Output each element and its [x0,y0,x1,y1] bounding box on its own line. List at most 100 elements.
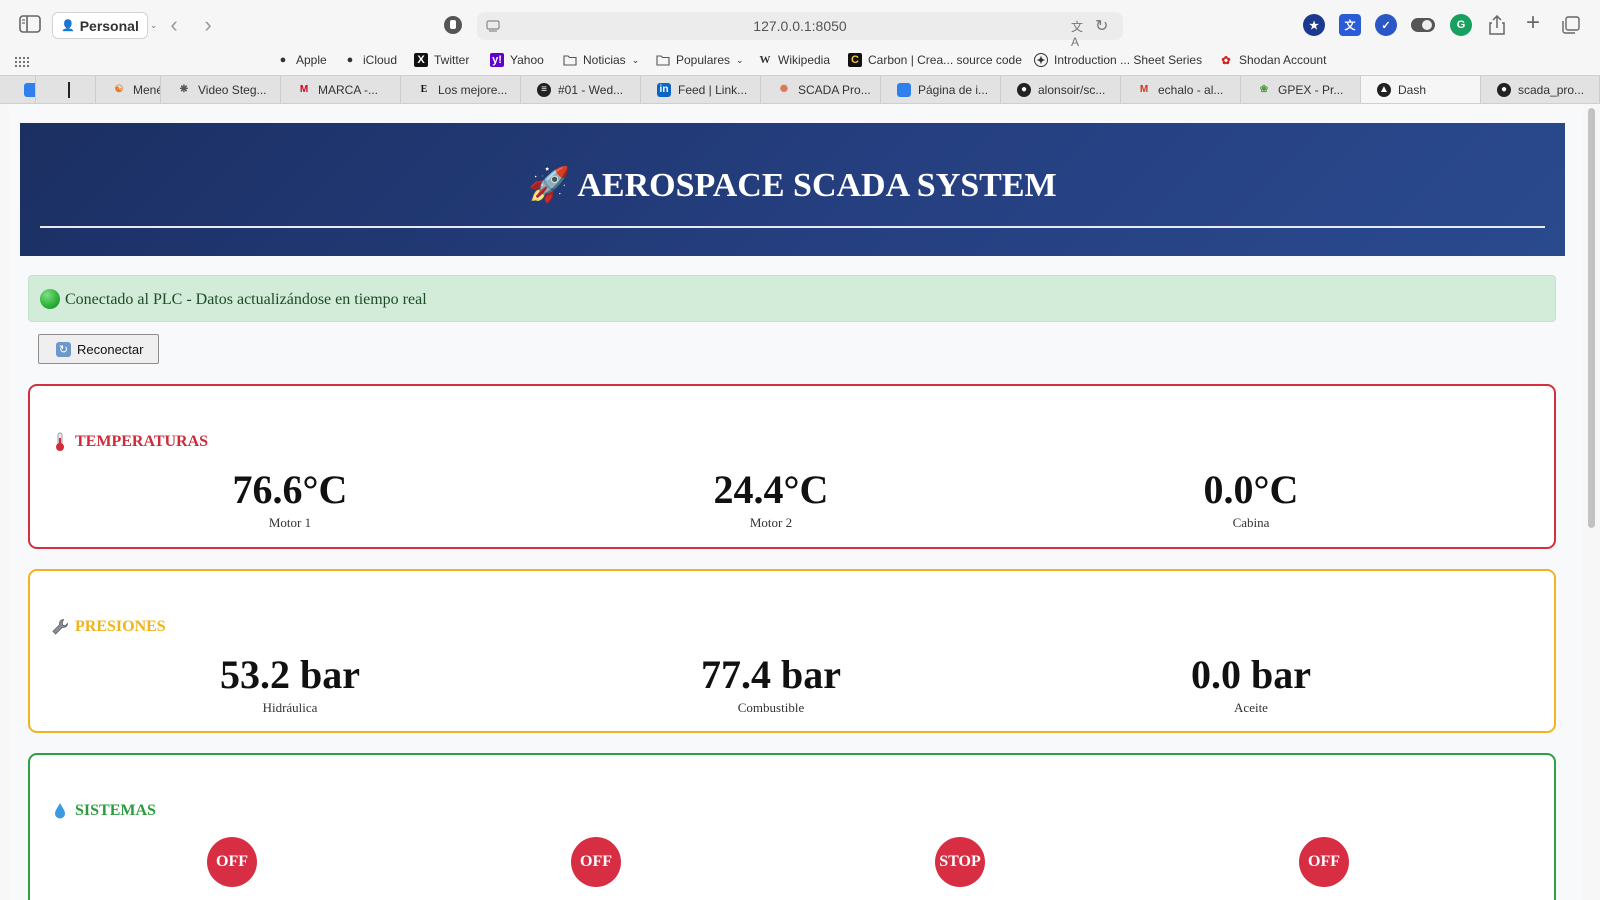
pressures-panel: PRESIONES 53.2 bar Hidráulica 77.4 bar C… [28,569,1556,733]
check-extension-icon[interactable]: ✓ [1375,14,1397,36]
tab-marca[interactable]: M MARCA -... [281,76,401,103]
metric-value: 77.4 bar [701,652,841,697]
apple-icon: ● [346,54,354,66]
droplet-icon [50,801,70,821]
bug-icon: ❋ [179,84,189,95]
metric-label: Hidráulica [262,700,318,715]
reconnect-button[interactable]: ↻ Reconectar [38,334,159,364]
temperatures-title: TEMPERATURAS [50,432,208,452]
tab-gmail[interactable]: Mechalo - al... [1121,76,1241,103]
page-title-text: AEROSPACE SCADA SYSTEM [577,167,1057,204]
toggle-extension-icon[interactable] [1411,18,1435,32]
chevron-down-icon: ⌄ [631,54,640,65]
tab-pagina[interactable]: Página de i... [881,76,1001,103]
header-banner: 🚀 AEROSPACE SCADA SYSTEM [20,123,1565,256]
translate-icon[interactable]: 文A [1071,18,1089,49]
favorite-folder-noticias[interactable]: Noticias ⌄ [563,47,639,73]
favorite-shodan[interactable]: ✿ Shodan Account [1219,47,1326,73]
address-bar[interactable]: 127.0.0.1:8050 文A ↻ [477,12,1123,49]
connection-status-text: Conectado al PLC - Datos actualizándose … [65,291,427,308]
connection-status-alert: Conectado al PLC - Datos actualizándose … [28,275,1556,322]
page-title: 🚀 AEROSPACE SCADA SYSTEM [20,165,1565,205]
browser-toolbar: 👤 Personal ⌄ ‹ › 127.0.0.1:8050 文A ↻ ★ 文… [0,0,1600,52]
gpex-icon: ❀ [1259,84,1269,95]
metric-label: Motor 2 [749,515,793,530]
metric-label: Cabina [1232,515,1270,530]
sidebar-toggle-icon[interactable] [18,14,42,34]
metric-value: 24.4°C [713,467,829,512]
wrench-icon [50,617,70,637]
podcast-icon: ≡ [537,82,551,97]
favorite-folder-populares[interactable]: Populares ⌄ [656,47,744,73]
blue-square-icon [24,82,35,97]
systems-title: SISTEMAS [50,801,156,821]
shodan-icon: ✿ [1221,54,1231,67]
tab-github-scada[interactable]: ● scada_pro... [1481,76,1600,103]
apps-grid-icon[interactable] [14,55,30,68]
metric-value: 53.2 bar [220,652,360,697]
reconnect-label: Reconectar [77,341,144,357]
system-status-badge: OFF [571,837,621,887]
meneame-icon: ☯ [114,84,124,95]
tab-strip: ☯Menéame ❋Video Steg... MMARCA -... ELos… [0,75,1600,104]
tab-overview-icon[interactable] [1560,14,1582,36]
page-content: 🚀 AEROSPACE SCADA SYSTEM Conectado al PL… [9,105,1583,900]
tab-podcast[interactable]: ≡ #01 - Wed... [521,76,641,103]
favorite-yahoo[interactable]: y! Yahoo [490,47,544,73]
pressure-metric-aceite: 0.0 bar Aceite [1051,653,1451,716]
favorite-carbon[interactable]: C Carbon | Crea... source code [848,47,1022,73]
share-icon[interactable] [1486,12,1508,38]
reload-icon[interactable]: ↻ [1095,16,1113,35]
tab-linkedin[interactable]: in Feed | Link... [641,76,761,103]
temperature-metric-motor-2: 24.4°C Motor 2 [571,468,971,531]
blue-square-icon [897,82,911,97]
favorite-icloud[interactable]: ● iCloud [343,47,397,73]
person-icon: 👤 [61,20,75,32]
tab-los-mejores[interactable]: E Los mejore... [401,76,521,103]
back-button[interactable]: ‹ [162,12,186,38]
title-divider [40,226,1545,228]
chevron-down-icon: ⌄ [149,20,158,30]
system-status-badge: OFF [1299,837,1349,887]
tab-dash[interactable]: ▲ Dash [1361,76,1481,103]
gmail-icon: M [1139,84,1149,95]
yahoo-icon: y! [490,53,504,67]
favorite-wikipedia[interactable]: W Wikipedia [758,47,831,73]
refresh-icon: ↻ [56,341,71,357]
thermometer-icon [50,432,70,452]
new-tab-icon[interactable]: + [1522,9,1544,36]
github-icon: ● [1497,82,1511,97]
wikipedia-icon: W [759,54,771,66]
tab-pinned-2[interactable] [36,76,96,103]
metric-value: 0.0°C [1203,467,1299,512]
carbon-icon: C [848,53,862,67]
system-status-badge: OFF [207,837,257,887]
page-scrollbar[interactable] [1588,108,1595,528]
metric-label: Combustible [737,700,805,715]
profile-selector[interactable]: 👤 Personal ⌄ [52,12,157,39]
x-logo-icon: X [414,53,428,67]
favorite-apple[interactable]: ● Apple [276,47,327,73]
grammarly-icon[interactable]: G [1450,14,1472,36]
forward-button[interactable]: › [196,12,220,38]
translate-extension-icon[interactable]: 文 [1339,14,1361,36]
rocket-icon: 🚀 [528,167,571,204]
metric-value: 76.6°C [232,467,348,512]
system-status-badge: STOP [935,837,985,887]
tab-video-steg[interactable]: ❋ Video Steg... [161,76,281,103]
favorite-owasp[interactable]: ✦ Introduction ... Sheet Series [1034,47,1202,73]
marca-icon: M [299,84,309,95]
eu-extension-icon[interactable]: ★ [1303,14,1325,36]
tab-meneame[interactable]: ☯Menéame [96,76,161,103]
apple-icon: ● [279,54,287,66]
tab-github-alonsoir[interactable]: ● alonsoir/sc... [1001,76,1121,103]
favorite-twitter[interactable]: X Twitter [414,47,469,73]
systems-panel: SISTEMAS OFF OFF STOP OFF [28,753,1556,900]
metric-value: 0.0 bar [1191,652,1311,697]
tab-pinned-1[interactable] [0,76,36,103]
tab-scada-project[interactable]: ✺ SCADA Pro... [761,76,881,103]
tab-gpex[interactable]: ❀ GPEX - Pr... [1241,76,1361,103]
privacy-shield-icon[interactable] [442,14,464,36]
favorites-bar: ● Apple ● iCloud X Twitter y! Yahoo Noticias… [0,47,1600,73]
green-circle-icon [40,289,60,309]
